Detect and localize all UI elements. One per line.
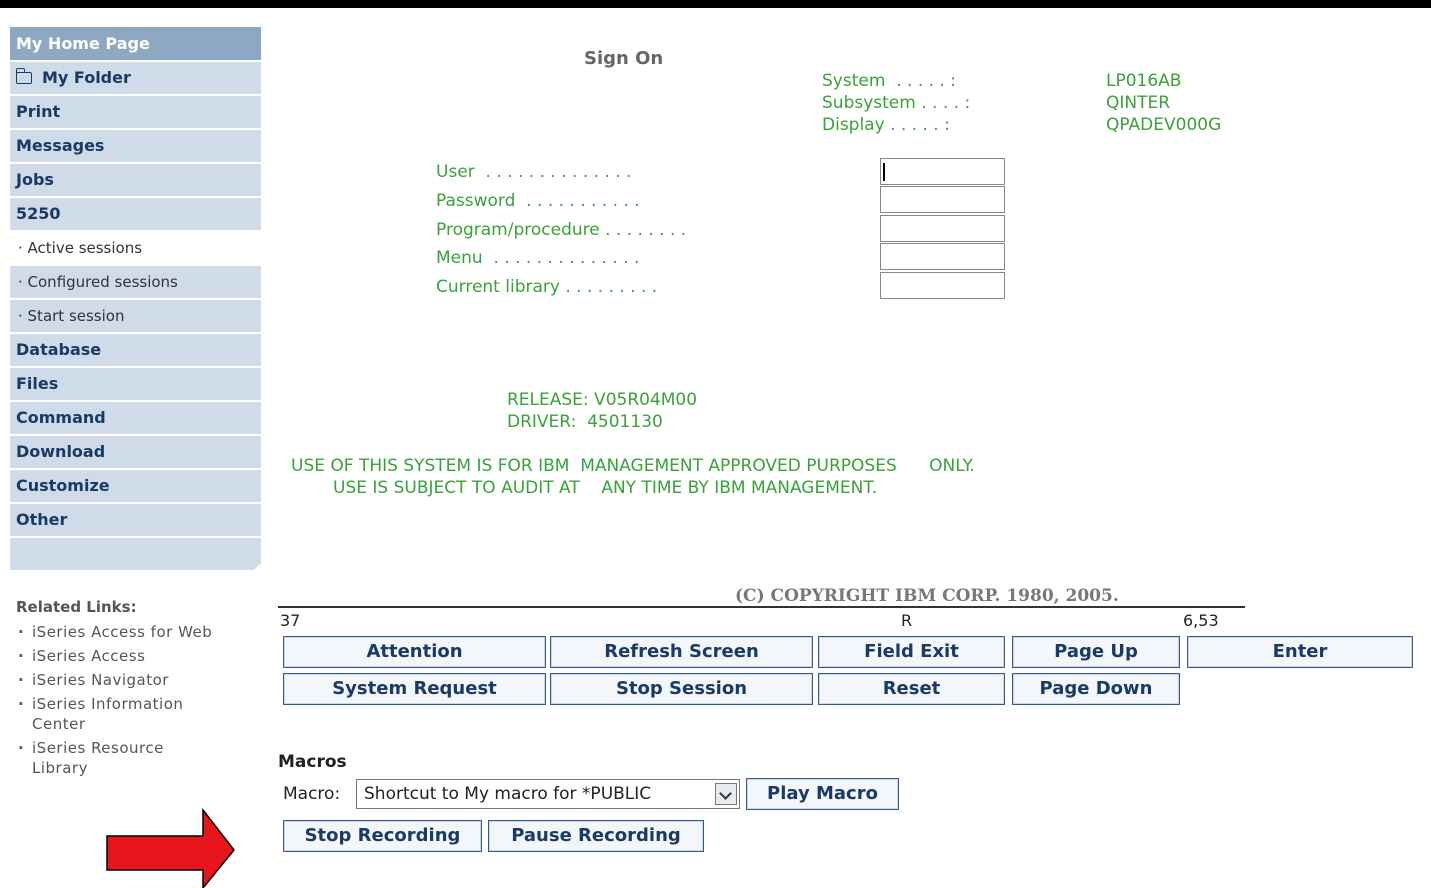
attention-button[interactable]: Attention <box>283 636 546 668</box>
sidebar-item-label: My Folder <box>42 68 131 87</box>
sidebar-subitem-configured-sessions[interactable]: · Configured sessions <box>10 266 261 298</box>
notice-line-1: USE OF THIS SYSTEM IS FOR IBM MANAGEMENT… <box>291 456 975 476</box>
system-label: System . . . . . : <box>822 71 956 91</box>
sidebar-nav: My Home Page My Folder Print Messages Jo… <box>10 27 261 570</box>
sidebar-header-my-home-page[interactable]: My Home Page <box>10 27 261 60</box>
status-line: 37 R 6,53 <box>278 606 1245 632</box>
notice-line-2: USE IS SUBJECT TO AUDIT AT ANY TIME BY I… <box>333 478 878 498</box>
sidebar-item-database[interactable]: Database <box>10 334 261 366</box>
user-field[interactable] <box>880 158 1005 185</box>
reset-button[interactable]: Reset <box>818 673 1005 705</box>
related-links-title: Related Links: <box>16 598 137 616</box>
macro-select-value: Shortcut to My macro for *PUBLIC <box>364 784 652 804</box>
chevron-down-icon[interactable] <box>715 783 737 805</box>
sidebar-item-jobs[interactable]: Jobs <box>10 164 261 196</box>
related-links: Related Links: iSeries Access for Web iS… <box>16 598 261 782</box>
enter-button[interactable]: Enter <box>1187 636 1413 668</box>
macro-select[interactable]: Shortcut to My macro for *PUBLIC <box>356 779 740 809</box>
related-link-access-for-web[interactable]: iSeries Access for Web <box>16 622 261 642</box>
display-value: QPADEV000G <box>1106 115 1222 135</box>
release-text: RELEASE: V05R04M00 <box>507 390 698 410</box>
current-library-field[interactable] <box>880 272 1005 299</box>
related-link-access[interactable]: iSeries Access <box>16 646 261 666</box>
system-request-button[interactable]: System Request <box>283 673 546 705</box>
password-label: Password . . . . . . . . . . . <box>436 191 640 211</box>
sidebar-subitem-active-sessions[interactable]: · Active sessions <box>10 232 261 264</box>
sidebar-subitem-start-session[interactable]: · Start session <box>10 300 261 332</box>
sidebar-item-download[interactable]: Download <box>10 436 261 468</box>
subsystem-value: QINTER <box>1106 93 1171 113</box>
display-label: Display . . . . . : <box>822 115 950 135</box>
current-library-label: Current library . . . . . . . . . <box>436 277 658 297</box>
related-link-information-center[interactable]: iSeries Information Center <box>16 694 232 734</box>
sidebar-item-my-folder[interactable]: My Folder <box>10 62 261 94</box>
red-arrow-icon <box>106 808 235 888</box>
related-link-resource-library[interactable]: iSeries Resource Library <box>16 738 212 778</box>
menu-field[interactable] <box>880 243 1005 270</box>
macros-title: Macros <box>278 752 347 772</box>
menu-label: Menu . . . . . . . . . . . . . . <box>436 248 640 268</box>
play-macro-button[interactable]: Play Macro <box>746 778 899 810</box>
page-down-button[interactable]: Page Down <box>1012 673 1180 705</box>
sidebar-item-other[interactable]: Other <box>10 504 261 536</box>
program-procedure-label: Program/procedure . . . . . . . . <box>436 220 687 240</box>
folder-icon <box>15 68 32 84</box>
sidebar-item-print[interactable]: Print <box>10 96 261 128</box>
copyright-text: (C) COPYRIGHT IBM CORP. 1980, 2005. <box>735 586 1119 606</box>
top-border <box>0 0 1431 8</box>
sidebar-item-command[interactable]: Command <box>10 402 261 434</box>
subsystem-label: Subsystem . . . . : <box>822 93 971 113</box>
user-label: User . . . . . . . . . . . . . . <box>436 162 632 182</box>
macro-label: Macro: <box>283 784 341 804</box>
stop-session-button[interactable]: Stop Session <box>550 673 813 705</box>
sidebar-item-messages[interactable]: Messages <box>10 130 261 162</box>
page-title: Sign On <box>584 48 664 69</box>
field-exit-button[interactable]: Field Exit <box>818 636 1005 668</box>
cursor-position: 6,53 <box>1183 611 1219 630</box>
sidebar-item-customize[interactable]: Customize <box>10 470 261 502</box>
page-up-button[interactable]: Page Up <box>1012 636 1180 668</box>
status-mid: R <box>901 611 913 630</box>
password-field[interactable] <box>880 186 1005 213</box>
refresh-screen-button[interactable]: Refresh Screen <box>550 636 813 668</box>
stop-recording-button[interactable]: Stop Recording <box>283 820 482 852</box>
status-left: 37 <box>280 611 301 630</box>
sidebar-item-5250[interactable]: 5250 <box>10 198 261 230</box>
system-value: LP016AB <box>1106 71 1182 91</box>
driver-text: DRIVER: 4501130 <box>507 412 663 432</box>
pause-recording-button[interactable]: Pause Recording <box>488 820 704 852</box>
sidebar-item-files[interactable]: Files <box>10 368 261 400</box>
program-procedure-field[interactable] <box>880 215 1005 242</box>
related-link-navigator[interactable]: iSeries Navigator <box>16 670 261 690</box>
sidebar-footer <box>10 538 261 570</box>
